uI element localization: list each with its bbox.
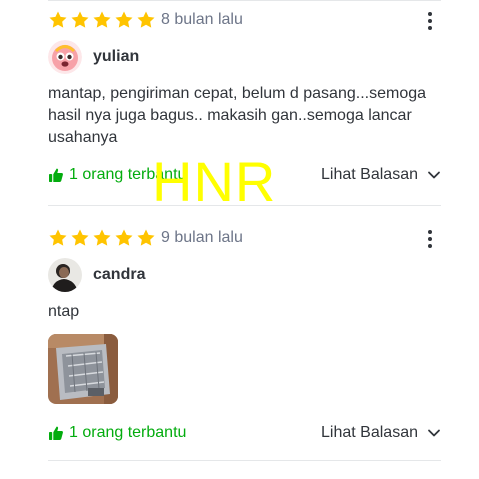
star-icon — [93, 229, 111, 246]
review-actions: 1 orang terbantu Lihat Balasan — [48, 421, 441, 445]
reviewer: yulian — [48, 40, 139, 74]
view-replies-button[interactable]: Lihat Balasan — [321, 166, 441, 184]
chevron-down-icon — [428, 429, 440, 437]
star-icon — [137, 11, 155, 28]
star-icon — [115, 229, 133, 246]
review-text: mantap, pengiriman cepat, belum d pasang… — [48, 85, 427, 146]
smiling-face-avatar-icon — [48, 40, 82, 74]
review-time: 8 bulan lalu — [161, 11, 243, 28]
dot-icon — [428, 19, 432, 23]
watermark-text: HNR — [152, 150, 277, 213]
star-icon — [115, 11, 133, 28]
dot-icon — [428, 237, 432, 241]
reviewer-name: yulian — [93, 48, 140, 65]
dot-icon — [428, 244, 432, 248]
top-divider — [48, 0, 441, 1]
dot-icon — [428, 230, 432, 234]
dot-icon — [428, 26, 432, 30]
star-icon — [49, 11, 67, 28]
view-replies-button[interactable]: Lihat Balasan — [321, 424, 441, 442]
rating-row: 9 bulan lalu — [48, 227, 441, 249]
view-replies-label: Lihat Balasan — [321, 424, 418, 441]
person-photo-avatar — [48, 258, 82, 292]
star-icon — [71, 229, 89, 246]
thumbs-up-icon — [49, 426, 63, 440]
helpful-button[interactable]: 1 orang terbantu — [48, 424, 186, 442]
star-icon — [137, 229, 155, 246]
reviewer: candra — [48, 258, 145, 292]
star-icon — [49, 229, 67, 246]
more-options-button[interactable] — [419, 9, 441, 33]
star-icon — [71, 11, 89, 28]
view-replies-label: Lihat Balasan — [321, 166, 418, 183]
review-photo[interactable] — [48, 334, 118, 404]
review-text: ntap — [48, 303, 80, 320]
dot-icon — [428, 12, 432, 16]
more-options-button[interactable] — [419, 227, 441, 251]
thumbs-up-icon — [49, 168, 63, 182]
reviewer-name: candra — [93, 266, 146, 283]
review-card: 9 bulan lalu candra ntap 1 orang terbant… — [48, 226, 441, 461]
helpful-count: 1 orang terbantu — [69, 424, 187, 441]
product-package-photo — [48, 334, 118, 404]
star-icon — [93, 11, 111, 28]
star-rating — [48, 10, 156, 30]
review-time: 9 bulan lalu — [161, 229, 243, 246]
chevron-down-icon — [428, 171, 440, 179]
star-rating — [48, 228, 156, 248]
rating-row: 8 bulan lalu — [48, 9, 441, 31]
